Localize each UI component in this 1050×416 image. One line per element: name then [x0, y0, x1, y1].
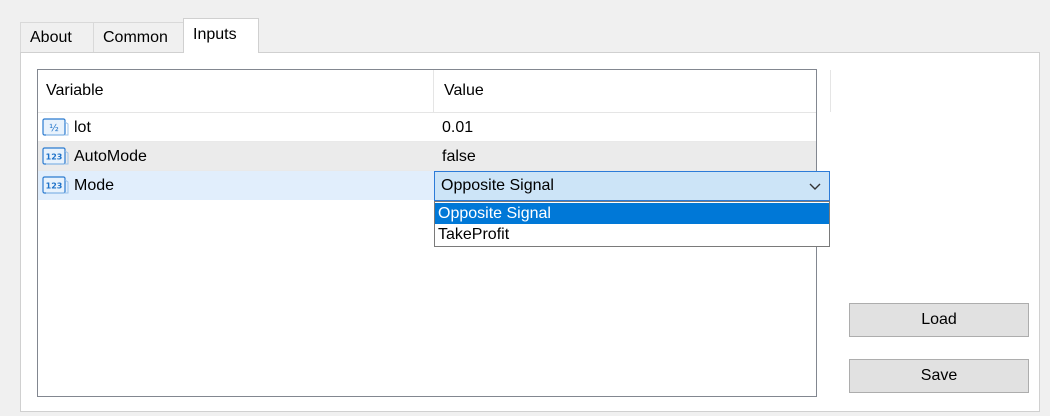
- integer-glyph: 123: [46, 182, 63, 191]
- variable-name: lot: [74, 119, 91, 136]
- grid-header: Variable Value: [38, 70, 831, 113]
- inputs-panel: Variable Value ½ lot 0.01 123 AutoMode f…: [20, 52, 1040, 412]
- integer-type-icon: 123: [42, 176, 69, 194]
- column-divider[interactable]: [830, 70, 831, 112]
- column-header-variable[interactable]: Variable: [46, 70, 104, 112]
- integer-glyph: 123: [46, 153, 63, 162]
- chevron-down-icon[interactable]: [807, 178, 823, 194]
- column-header-value[interactable]: Value: [444, 70, 484, 112]
- variable-name: AutoMode: [74, 148, 147, 165]
- table-row-automode[interactable]: 123 AutoMode false: [38, 142, 816, 171]
- fraction-glyph: ½: [49, 122, 59, 134]
- dropdown-option-takeprofit[interactable]: TakeProfit: [435, 224, 829, 245]
- table-row-lot[interactable]: ½ lot 0.01: [38, 113, 816, 142]
- tab-about[interactable]: About: [20, 22, 94, 52]
- inputs-grid: Variable Value ½ lot 0.01 123 AutoMode f…: [37, 69, 831, 397]
- load-button[interactable]: Load: [849, 303, 1029, 337]
- column-divider[interactable]: [433, 70, 434, 112]
- mode-dropdown-list: Opposite Signal TakeProfit: [434, 201, 830, 247]
- integer-type-icon: 123: [42, 147, 69, 165]
- fraction-type-icon: ½: [42, 118, 69, 136]
- save-button[interactable]: Save: [849, 359, 1029, 393]
- table-row-mode[interactable]: 123 Mode Opposite Signal: [38, 171, 830, 201]
- mode-combobox[interactable]: Opposite Signal: [434, 171, 830, 201]
- variable-name: Mode: [74, 177, 115, 194]
- combobox-value: Opposite Signal: [441, 177, 554, 194]
- variable-value[interactable]: false: [442, 142, 476, 171]
- tab-common[interactable]: Common: [93, 22, 185, 52]
- variable-value[interactable]: 0.01: [442, 113, 473, 142]
- tab-inputs[interactable]: Inputs: [183, 18, 259, 53]
- dropdown-option-opposite-signal[interactable]: Opposite Signal: [435, 203, 829, 224]
